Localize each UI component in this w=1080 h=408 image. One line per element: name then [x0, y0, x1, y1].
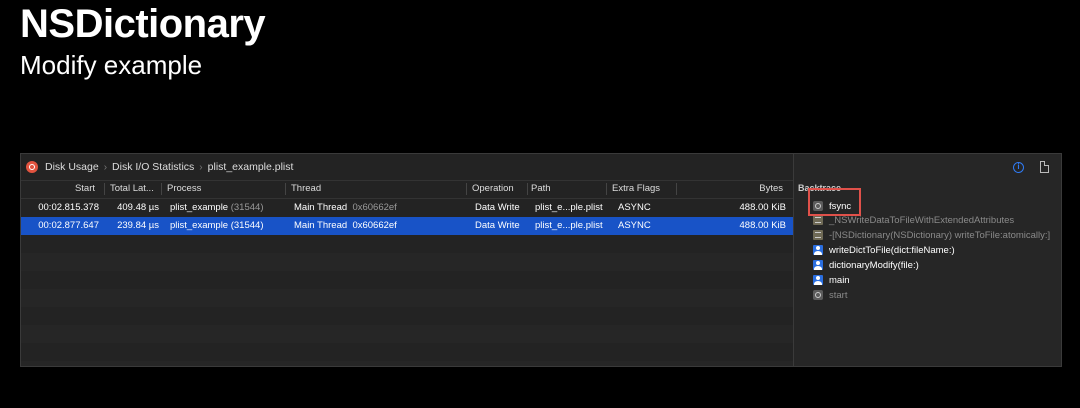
column-divider[interactable]: [285, 183, 286, 195]
column-header-bytes[interactable]: Bytes: [759, 183, 783, 194]
process-name: plist_example: [170, 202, 229, 213]
empty-row: [21, 289, 793, 307]
user-code-icon: [813, 245, 823, 255]
document-icon[interactable]: [1040, 161, 1049, 173]
column-divider[interactable]: [676, 183, 677, 195]
cell-operation: Data Write: [475, 202, 520, 213]
column-header-path[interactable]: Path: [531, 183, 551, 194]
thread-id: 0x60662ef: [352, 202, 397, 213]
column-header-extra-flags[interactable]: Extra Flags: [612, 183, 660, 194]
instruments-window: Disk Usage › Disk I/O Statistics › plist…: [20, 153, 1062, 367]
table-header: Start Total Lat... Process Thread Operat…: [21, 180, 793, 199]
slide-title: NSDictionary: [20, 2, 266, 46]
column-divider[interactable]: [527, 183, 528, 195]
cell-thread: Main Thread 0x60662ef: [294, 202, 397, 213]
process-name: plist_example: [170, 220, 229, 231]
frame-label: -[NSDictionary(NSDictionary) writeToFile…: [829, 229, 1051, 241]
cell-bytes: 488.00 KiB: [739, 220, 786, 231]
table-row[interactable]: 00:02.815.378 409.48 µs plist_example (3…: [21, 199, 793, 217]
breadcrumb-file[interactable]: plist_example.plist: [205, 161, 297, 173]
cell-total-latency: 409.48 µs: [117, 202, 159, 213]
cell-path: plist_e...ple.plist: [535, 202, 603, 213]
thread-id: 0x60662ef: [352, 220, 397, 231]
process-id: (31544): [230, 220, 264, 231]
column-divider[interactable]: [161, 183, 162, 195]
cell-extra-flags: ASYNC: [618, 220, 651, 231]
cell-process: plist_example (31544): [170, 202, 263, 213]
cell-operation: Data Write: [475, 220, 520, 231]
breadcrumb: Disk Usage › Disk I/O Statistics › plist…: [21, 154, 793, 181]
slide-subtitle: Modify example: [20, 50, 203, 80]
library-icon: [813, 215, 823, 225]
column-divider[interactable]: [466, 183, 467, 195]
process-id: (31544): [230, 202, 264, 213]
breadcrumb-disk-usage[interactable]: Disk Usage: [42, 161, 102, 173]
thread-name: Main Thread: [294, 220, 348, 231]
cell-start: 00:02.877.647: [38, 220, 99, 231]
chevron-right-icon: ›: [103, 161, 108, 173]
cell-bytes: 488.00 KiB: [739, 202, 786, 213]
column-divider[interactable]: [104, 183, 105, 195]
empty-row: [21, 253, 793, 271]
column-header-start[interactable]: Start: [75, 183, 95, 194]
cell-start: 00:02.815.378: [38, 202, 99, 213]
column-header-process[interactable]: Process: [167, 183, 201, 194]
extended-detail-pane: i Backtrace fsync _NSWriteDataToFileWith…: [793, 154, 1061, 366]
column-divider[interactable]: [606, 183, 607, 195]
highlight-box: [808, 188, 861, 216]
detail-pane: Disk Usage › Disk I/O Statistics › plist…: [21, 154, 793, 366]
backtrace-frame[interactable]: -[NSDictionary(NSDictionary) writeToFile…: [813, 228, 1050, 242]
info-icon[interactable]: i: [1013, 162, 1024, 173]
empty-row: [21, 325, 793, 343]
column-header-operation[interactable]: Operation: [472, 183, 514, 194]
breadcrumb-disk-io-statistics[interactable]: Disk I/O Statistics: [109, 161, 197, 173]
gear-icon: [813, 290, 823, 300]
cell-extra-flags: ASYNC: [618, 202, 651, 213]
column-header-total-latency[interactable]: Total Lat...: [110, 183, 154, 194]
cell-total-latency: 239.84 µs: [117, 220, 159, 231]
library-icon: [813, 230, 823, 240]
backtrace-frame[interactable]: dictionaryModify(file:): [813, 258, 919, 272]
backtrace-frame[interactable]: main: [813, 273, 850, 287]
frame-label: start: [829, 289, 848, 301]
frame-label: dictionaryModify(file:): [829, 259, 919, 271]
disk-usage-icon: [26, 161, 38, 173]
backtrace-frame[interactable]: start: [813, 288, 847, 302]
user-code-icon: [813, 260, 823, 270]
frame-label: _NSWriteDataToFileWithExtendedAttributes: [829, 214, 1015, 226]
cell-process: plist_example (31544): [170, 220, 263, 231]
chevron-right-icon: ›: [199, 161, 203, 173]
thread-name: Main Thread: [294, 202, 348, 213]
frame-label: main: [829, 274, 850, 286]
empty-row: [21, 361, 793, 366]
user-code-icon: [813, 275, 823, 285]
cell-path: plist_e...ple.plist: [535, 220, 603, 231]
cell-thread: Main Thread 0x60662ef: [294, 220, 397, 231]
frame-label: writeDictToFile(dict:fileName:): [829, 244, 955, 256]
column-header-thread[interactable]: Thread: [291, 183, 321, 194]
table-row-selected[interactable]: 00:02.877.647 239.84 µs plist_example (3…: [21, 217, 793, 235]
backtrace-frame[interactable]: writeDictToFile(dict:fileName:): [813, 243, 955, 257]
